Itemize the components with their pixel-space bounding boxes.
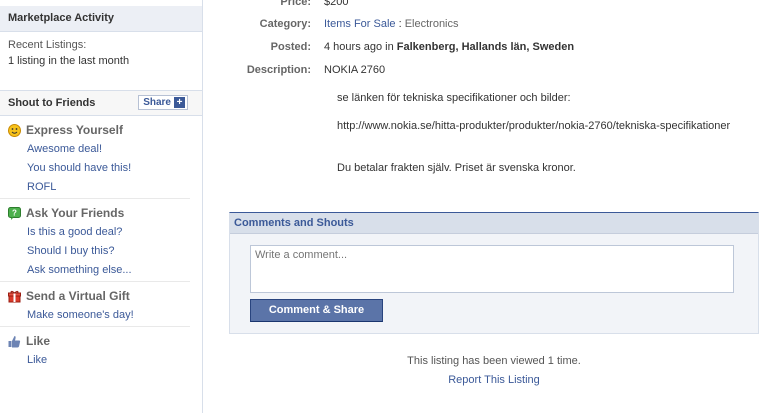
posted-label: Posted: bbox=[270, 41, 311, 53]
category-separator: : bbox=[395, 18, 405, 30]
posted-time: 4 hours ago in bbox=[324, 41, 397, 53]
price-value: $200 bbox=[324, 0, 349, 8]
thumbs-up-icon bbox=[8, 335, 21, 348]
posted-row: Posted: 4 hours ago in Falkenberg, Halla… bbox=[229, 40, 759, 54]
comment-input[interactable] bbox=[250, 245, 734, 293]
shout-to-friends-title: Shout to Friends bbox=[8, 97, 96, 109]
category-label: Category: bbox=[259, 18, 311, 30]
ask-link-something-else[interactable]: Ask something else... bbox=[27, 261, 202, 280]
section-title-label: Express Yourself bbox=[26, 123, 123, 137]
svg-text:?: ? bbox=[12, 208, 17, 217]
description-row: Description: NOKIA 2760 bbox=[229, 63, 759, 77]
plus-icon: + bbox=[174, 97, 185, 108]
category-value: Items For Sale : Electronics bbox=[324, 17, 759, 31]
description-url: http://www.nokia.se/hitta-produkter/prod… bbox=[337, 120, 731, 132]
section-ask-your-friends: ? Ask Your Friends Is this a good deal? … bbox=[0, 203, 202, 280]
description-label: Description: bbox=[246, 64, 311, 76]
section-title-virtual-gift: Send a Virtual Gift bbox=[8, 286, 202, 306]
ask-link-good-deal[interactable]: Is this a good deal? bbox=[27, 223, 202, 242]
price-label: Price: bbox=[280, 0, 311, 8]
ask-link-should-buy[interactable]: Should I buy this? bbox=[27, 242, 202, 261]
report-listing-link-wrap: Report This Listing bbox=[229, 374, 759, 386]
divider bbox=[0, 281, 190, 282]
view-count: This listing has been viewed 1 time. bbox=[407, 355, 581, 367]
comment-share-button[interactable]: Comment & Share bbox=[250, 299, 383, 322]
section-title-like: Like bbox=[8, 331, 202, 351]
section-express-yourself: Express Yourself Awesome deal! You shoul… bbox=[0, 120, 202, 197]
section-title-label: Like bbox=[26, 334, 51, 348]
shout-to-friends-header: Shout to Friends Share + bbox=[0, 90, 202, 116]
smiley-icon bbox=[8, 123, 21, 137]
posted-place: Falkenberg, Hallands län, Sweden bbox=[396, 41, 575, 53]
express-link-should-have[interactable]: You should have this! bbox=[27, 159, 202, 178]
section-title-label: Send a Virtual Gift bbox=[26, 289, 130, 303]
section-title-label: Ask Your Friends bbox=[26, 206, 125, 220]
sidebar: Marketplace Activity Recent Listings: 1 … bbox=[0, 0, 203, 413]
gift-link-make-day[interactable]: Make someone's day! bbox=[27, 306, 202, 325]
divider bbox=[0, 198, 190, 199]
section-like: Like Like bbox=[0, 331, 202, 370]
express-link-rofl[interactable]: ROFL bbox=[27, 178, 202, 197]
category-link-electronics[interactable]: Electronics bbox=[405, 18, 459, 30]
marketplace-activity-header: Marketplace Activity bbox=[0, 6, 202, 32]
price-row: Price: $200 bbox=[229, 0, 759, 9]
section-title-ask-your-friends: ? Ask Your Friends bbox=[8, 203, 202, 223]
question-icon: ? bbox=[8, 206, 21, 220]
comments-header: Comments and Shouts bbox=[230, 213, 758, 234]
category-row: Category: Items For Sale : Electronics bbox=[229, 17, 759, 31]
recent-listings-count: 1 listing in the last month bbox=[8, 55, 130, 67]
gift-icon bbox=[8, 290, 21, 303]
posted-value: 4 hours ago in Falkenberg, Hallands län,… bbox=[324, 40, 759, 54]
section-title-express-yourself: Express Yourself bbox=[8, 120, 202, 140]
section-virtual-gift: Send a Virtual Gift Make someone's day! bbox=[0, 286, 202, 325]
comments-box: Comments and Shouts Comment & Share bbox=[229, 212, 759, 334]
like-link[interactable]: Like bbox=[27, 351, 202, 370]
express-link-awesome-deal[interactable]: Awesome deal! bbox=[27, 140, 202, 159]
recent-listings-label: Recent Listings: bbox=[8, 39, 87, 51]
report-listing-link[interactable]: Report This Listing bbox=[448, 374, 540, 386]
description-paragraph-3: Du betalar frakten själv. Priset är sven… bbox=[337, 162, 576, 174]
share-button-label: Share bbox=[143, 97, 171, 108]
divider bbox=[0, 326, 190, 327]
recent-listings: Recent Listings: 1 listing in the last m… bbox=[0, 32, 202, 69]
category-link-items-for-sale[interactable]: Items For Sale bbox=[324, 18, 396, 30]
share-button[interactable]: Share + bbox=[138, 95, 188, 110]
description-paragraph-1: se länken för tekniska specifikationer o… bbox=[337, 92, 571, 104]
description-title: NOKIA 2760 bbox=[324, 64, 386, 76]
